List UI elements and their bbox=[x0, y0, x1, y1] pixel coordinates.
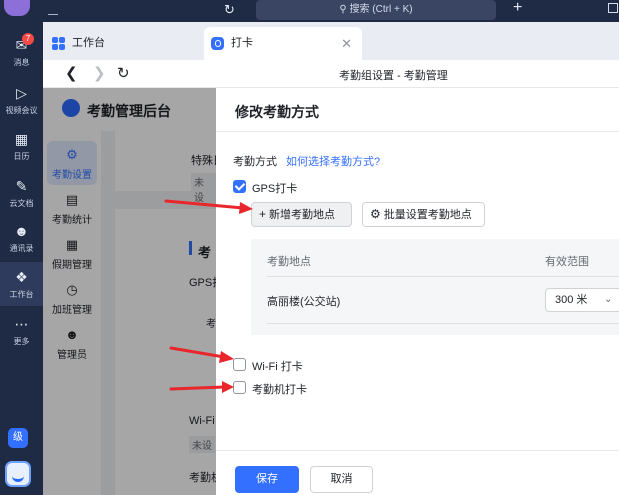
tab-bar: 工作台 打卡 ✕ bbox=[43, 22, 619, 60]
workplace-icon bbox=[52, 37, 65, 50]
annotation-arrow bbox=[169, 381, 234, 393]
rail-item-contacts[interactable]: ☻ 通讯录 bbox=[0, 222, 43, 254]
app-rail: ✉ 7 消息 ▷ 视频会议 ▦ 日历 ✎ 云文档 ☻ 通讯录 ❖ 工作台 ⋯ 更… bbox=[0, 0, 43, 495]
range-select[interactable]: 300 米 ⌄ bbox=[545, 288, 619, 312]
column-header: 考勤地点 bbox=[267, 256, 311, 268]
gps-label[interactable]: GPS打卡 bbox=[252, 180, 297, 196]
drawer-title: 修改考勤方式 bbox=[235, 104, 319, 120]
rail-item-label: 日历 bbox=[13, 152, 30, 161]
column-header: 有效范围 bbox=[545, 256, 589, 268]
rail-top bbox=[0, 0, 43, 20]
add-location-button[interactable]: + 新增考勤地点 bbox=[251, 202, 352, 227]
gear-icon: ⚙ bbox=[370, 207, 381, 221]
nav-bar: ❮ ❯ ↻ 考勤组设置 - 考勤管理 bbox=[43, 60, 619, 88]
tab-workplace[interactable]: 工作台 bbox=[45, 27, 200, 60]
save-button[interactable]: 保存 bbox=[235, 466, 299, 493]
tab-label: 打卡 bbox=[231, 37, 253, 49]
rail-item-calendar[interactable]: ▦ 日历 bbox=[0, 130, 43, 162]
location-table: 考勤地点 有效范围 高丽楼(公交站) 300 米 ⌄ bbox=[251, 239, 619, 335]
contacts-icon: ☻ bbox=[14, 223, 29, 239]
chevron-down-icon: ⌄ bbox=[604, 294, 613, 305]
rail-item-workplace[interactable]: ❖ 工作台 bbox=[0, 262, 43, 306]
batch-location-button[interactable]: ⚙ 批量设置考勤地点 bbox=[362, 202, 485, 227]
back-chevron-icon[interactable]: ❮ bbox=[65, 64, 78, 82]
search-placeholder: 搜索 (Ctrl + K) bbox=[349, 4, 413, 15]
calendar-icon: ▦ bbox=[14, 131, 29, 147]
history-icon[interactable]: ↻ bbox=[224, 2, 235, 18]
level-badge[interactable]: 级 bbox=[8, 428, 28, 448]
rail-item-video-meeting[interactable]: ▷ 视频会议 bbox=[0, 84, 43, 116]
location-name: 高丽楼(公交站) bbox=[267, 296, 341, 308]
profile-avatar[interactable] bbox=[4, 0, 30, 16]
rail-item-docs[interactable]: ✎ 云文档 bbox=[0, 177, 43, 209]
video-camera-icon: ▷ bbox=[16, 85, 27, 101]
batch-location-label: 批量设置考勤地点 bbox=[383, 209, 472, 221]
search-icon: ⚲ bbox=[339, 4, 347, 15]
rail-item-label: 更多 bbox=[13, 337, 30, 346]
close-icon[interactable]: ✕ bbox=[341, 27, 352, 60]
divider bbox=[267, 276, 619, 277]
more-dots-icon: ⋯ bbox=[14, 316, 29, 332]
plus-icon: + bbox=[259, 207, 267, 221]
annotation-arrow bbox=[169, 346, 234, 363]
rail-item-label: 工作台 bbox=[9, 290, 34, 299]
cancel-button[interactable]: 取消 bbox=[310, 466, 373, 493]
forward-chevron-icon[interactable]: ❯ bbox=[93, 64, 106, 82]
divider bbox=[216, 450, 619, 451]
annotation-arrow bbox=[164, 199, 253, 214]
divider bbox=[267, 323, 619, 324]
divider bbox=[216, 131, 619, 132]
apps-grid-icon: ❖ bbox=[15, 269, 28, 285]
machine-label[interactable]: 考勤机打卡 bbox=[252, 381, 307, 397]
document-icon: ✎ bbox=[15, 178, 28, 194]
title-bar: ↻ ⚲ 搜索 (Ctrl + K) + bbox=[43, 0, 619, 22]
rail-item-label: 通讯录 bbox=[9, 244, 34, 253]
rail-item-label: 视频会议 bbox=[5, 106, 38, 115]
app-logo-icon[interactable] bbox=[5, 461, 31, 487]
punch-app-icon bbox=[211, 37, 224, 50]
rail-item-messages[interactable]: ✉ 7 消息 bbox=[0, 33, 43, 68]
rail-item-more[interactable]: ⋯ 更多 bbox=[0, 315, 43, 347]
rail-item-label: 云文档 bbox=[9, 199, 34, 208]
window-icon[interactable] bbox=[608, 3, 618, 13]
add-location-label: 新增考勤地点 bbox=[269, 209, 336, 221]
tab-label: 工作台 bbox=[72, 37, 105, 49]
new-plus-icon[interactable]: + bbox=[513, 0, 522, 17]
reload-icon[interactable]: ↻ bbox=[117, 64, 130, 82]
notification-badge: 7 bbox=[22, 33, 34, 45]
range-value: 300 米 bbox=[555, 294, 588, 306]
method-label: 考勤方式 bbox=[233, 156, 277, 168]
edit-method-drawer: 修改考勤方式 考勤方式 如何选择考勤方式? GPS打卡 + 新增考勤地点 ⚙ 批量设… bbox=[216, 88, 619, 495]
tab-punch[interactable]: 打卡 ✕ bbox=[204, 27, 362, 60]
rail-item-label: 消息 bbox=[13, 58, 30, 67]
minimize-line bbox=[48, 14, 58, 15]
page-title: 考勤组设置 - 考勤管理 bbox=[339, 70, 448, 82]
method-help-link[interactable]: 如何选择考勤方式? bbox=[286, 153, 380, 169]
gps-checkbox[interactable] bbox=[233, 180, 246, 193]
wifi-label[interactable]: Wi-Fi 打卡 bbox=[252, 358, 303, 374]
modal-backdrop[interactable] bbox=[43, 88, 216, 495]
search-input[interactable]: ⚲ 搜索 (Ctrl + K) bbox=[256, 0, 496, 20]
